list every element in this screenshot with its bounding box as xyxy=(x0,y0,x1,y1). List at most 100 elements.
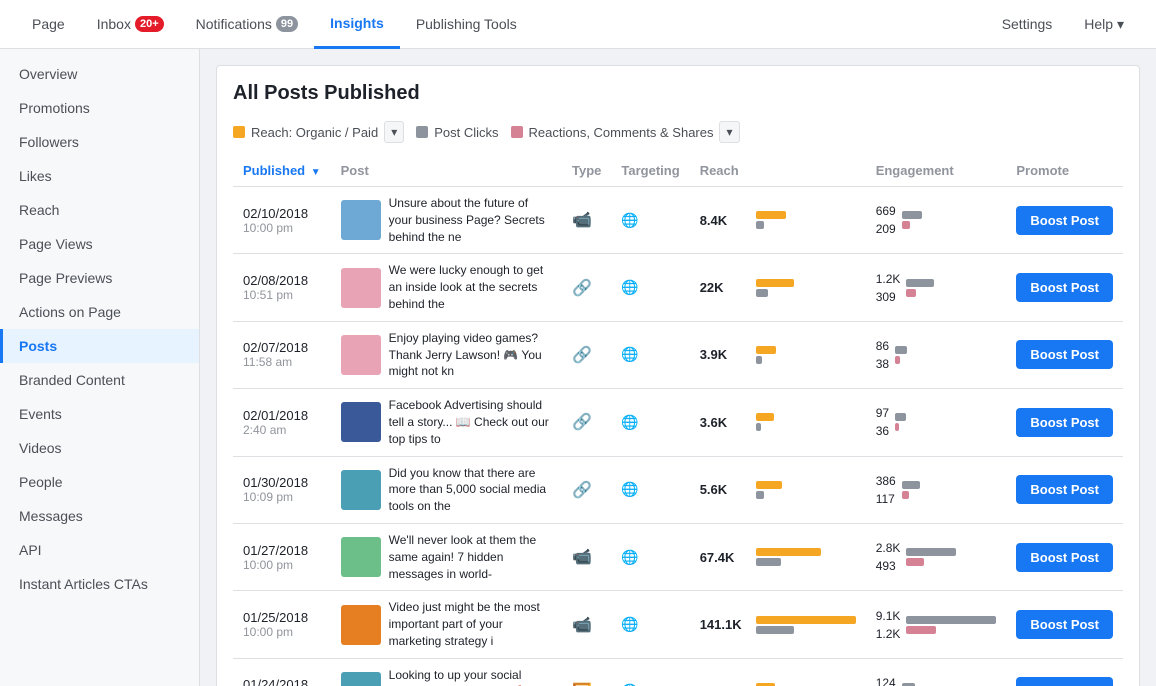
nav-insights[interactable]: Insights xyxy=(314,0,400,49)
boost-post-button-1[interactable]: Boost Post xyxy=(1016,273,1113,302)
sidebar-item-messages[interactable]: Messages xyxy=(0,499,199,533)
type-icon-2: 🔗 xyxy=(572,347,592,364)
globe-icon-6: 🌐 xyxy=(621,616,638,632)
nav-publishing-tools[interactable]: Publishing Tools xyxy=(400,0,533,49)
cell-engagement-0: 669 209 xyxy=(866,187,1007,254)
eng-bars-4 xyxy=(902,481,920,499)
sidebar-item-reach[interactable]: Reach xyxy=(0,193,199,227)
post-text-6: Video just might be the most important p… xyxy=(389,599,552,649)
reach-num-5: 67.4K xyxy=(700,550,750,565)
post-thumb-2 xyxy=(341,335,381,375)
nav-inbox[interactable]: Inbox 20+ xyxy=(81,0,180,49)
eng-bar2-3 xyxy=(895,423,899,431)
cell-type-7: 🖼️ xyxy=(562,658,611,686)
sidebar-item-followers[interactable]: Followers xyxy=(0,125,199,159)
nav-notifications[interactable]: Notifications 99 xyxy=(180,0,315,49)
sidebar-item-likes[interactable]: Likes xyxy=(0,159,199,193)
cell-date-5: 01/27/2018 10:00 pm xyxy=(233,523,331,590)
eng-nums-7: 124 34 xyxy=(876,674,896,686)
globe-icon-1: 🌐 xyxy=(621,279,638,295)
sidebar-item-events[interactable]: Events xyxy=(0,397,199,431)
sidebar-item-instant-articles-ctas[interactable]: Instant Articles CTAs xyxy=(0,567,199,601)
post-thumb-4 xyxy=(341,470,381,510)
globe-icon-2: 🌐 xyxy=(621,346,638,362)
boost-post-button-0[interactable]: Boost Post xyxy=(1016,206,1113,235)
boost-post-button-5[interactable]: Boost Post xyxy=(1016,543,1113,572)
sidebar-item-branded-content[interactable]: Branded Content xyxy=(0,363,199,397)
sidebar-item-videos[interactable]: Videos xyxy=(0,431,199,465)
post-clicks-label: Post Clicks xyxy=(434,125,498,140)
sidebar-item-posts[interactable]: Posts xyxy=(0,329,199,363)
eng-bar1-6 xyxy=(906,616,996,624)
reach-bar-organic-5 xyxy=(756,548,821,556)
cell-targeting-0: 🌐 xyxy=(611,187,689,254)
sidebar-item-page-previews[interactable]: Page Previews xyxy=(0,261,199,295)
post-thumb-5 xyxy=(341,537,381,577)
reach-bar-paid-6 xyxy=(756,626,794,634)
cell-post-2: Enjoy playing video games? Thank Jerry L… xyxy=(331,321,562,388)
sidebar: OverviewPromotionsFollowersLikesReachPag… xyxy=(0,49,200,686)
boost-post-button-7[interactable]: Boost Post xyxy=(1016,677,1113,686)
cell-engagement-5: 2.8K 493 xyxy=(866,523,1007,590)
cell-targeting-2: 🌐 xyxy=(611,321,689,388)
sidebar-item-promotions[interactable]: Promotions xyxy=(0,91,199,125)
sidebar-item-actions-on-page[interactable]: Actions on Page xyxy=(0,295,199,329)
nav-settings[interactable]: Settings xyxy=(986,0,1069,49)
legend-reactions: Reactions, Comments & Shares ▾ xyxy=(511,121,740,143)
type-icon-0: 📹 xyxy=(572,212,592,229)
reach-bar-organic-2 xyxy=(756,346,776,354)
cell-date-0: 02/10/2018 10:00 pm xyxy=(233,187,331,254)
type-icon-3: 🔗 xyxy=(572,414,592,431)
reach-bar-paid-4 xyxy=(756,491,764,499)
boost-post-button-3[interactable]: Boost Post xyxy=(1016,408,1113,437)
cell-reach-6: 141.1K xyxy=(690,591,866,658)
reach-bar-organic-6 xyxy=(756,616,856,624)
sidebar-item-api[interactable]: API xyxy=(0,533,199,567)
cell-engagement-3: 97 36 xyxy=(866,389,1007,456)
filter-bar: Reach: Organic / Paid ▾ Post Clicks Reac… xyxy=(233,121,1123,143)
cell-post-5: We'll never look at them the same again!… xyxy=(331,523,562,590)
table-row: 01/25/2018 10:00 pm Video just might be … xyxy=(233,591,1123,658)
cell-promote-2: Boost Post xyxy=(1006,321,1123,388)
reactions-label: Reactions, Comments & Shares xyxy=(529,125,714,140)
boost-post-button-6[interactable]: Boost Post xyxy=(1016,610,1113,639)
nav-page[interactable]: Page xyxy=(16,0,81,49)
eng-nums-5: 2.8K 493 xyxy=(876,539,901,575)
reach-dropdown[interactable]: ▾ xyxy=(384,121,404,143)
table-row: 01/24/2018 11:58 am Looking to up your s… xyxy=(233,658,1123,686)
cell-post-1: We were lucky enough to get an inside lo… xyxy=(331,254,562,321)
sidebar-item-overview[interactable]: Overview xyxy=(0,57,199,91)
reactions-dropdown[interactable]: ▾ xyxy=(719,121,739,143)
reactions-dot xyxy=(511,126,523,138)
cell-targeting-7: 🌐 xyxy=(611,658,689,686)
reach-bars-6 xyxy=(756,616,856,634)
cell-type-5: 📹 xyxy=(562,523,611,590)
globe-icon-3: 🌐 xyxy=(621,414,638,430)
cell-reach-5: 67.4K xyxy=(690,523,866,590)
globe-icon-5: 🌐 xyxy=(621,549,638,565)
table-row: 02/07/2018 11:58 am Enjoy playing video … xyxy=(233,321,1123,388)
cell-engagement-6: 9.1K 1.2K xyxy=(866,591,1007,658)
sidebar-item-people[interactable]: People xyxy=(0,465,199,499)
sidebar-item-page-views[interactable]: Page Views xyxy=(0,227,199,261)
col-promote: Promote xyxy=(1006,155,1123,187)
post-thumb-6 xyxy=(341,605,381,645)
type-icon-6: 📹 xyxy=(572,617,592,634)
col-published[interactable]: Published ▼ xyxy=(233,155,331,187)
reach-bars-5 xyxy=(756,548,821,566)
cell-type-6: 📹 xyxy=(562,591,611,658)
cell-engagement-7: 124 34 xyxy=(866,658,1007,686)
reach-bars-1 xyxy=(756,279,794,297)
reach-dot xyxy=(233,126,245,138)
post-text-4: Did you know that there are more than 5,… xyxy=(389,465,552,515)
eng-bar1-2 xyxy=(895,346,907,354)
cell-targeting-4: 🌐 xyxy=(611,456,689,523)
layout: OverviewPromotionsFollowersLikesReachPag… xyxy=(0,49,1156,686)
eng-nums-1: 1.2K 309 xyxy=(876,270,901,306)
boost-post-button-2[interactable]: Boost Post xyxy=(1016,340,1113,369)
boost-post-button-4[interactable]: Boost Post xyxy=(1016,475,1113,504)
eng-bar1-3 xyxy=(895,413,906,421)
post-thumb-1 xyxy=(341,268,381,308)
nav-help[interactable]: Help ▾ xyxy=(1068,0,1140,49)
eng-bar2-6 xyxy=(906,626,936,634)
